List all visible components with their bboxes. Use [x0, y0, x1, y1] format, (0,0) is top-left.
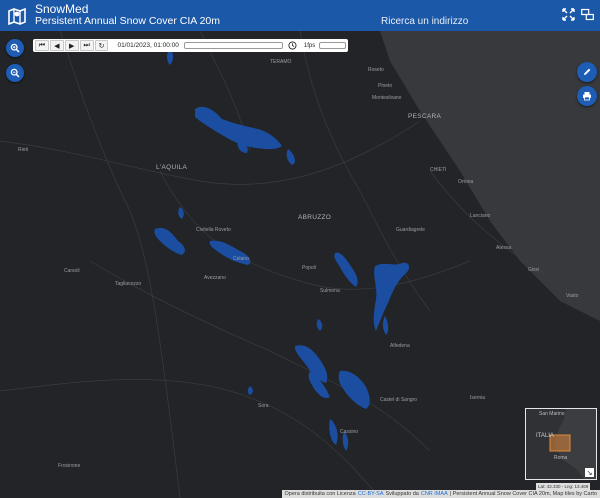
region-label-abruzzo: ABRUZZO: [298, 214, 332, 221]
zoom-out-button[interactable]: [6, 64, 24, 82]
town-label-gissi: Gissi: [528, 267, 540, 273]
town-label-castel-di-sangro: Castel di Sangro: [380, 397, 417, 403]
town-label-montesilvano: Montesilvano: [372, 95, 402, 101]
address-search[interactable]: Ricerca un indirizzo: [381, 16, 468, 27]
basemap: [0, 31, 600, 498]
town-label-isernia: Isernia: [470, 395, 486, 401]
fps-slider[interactable]: [319, 42, 346, 49]
attribution-suffix: | Persistent Annual Snow Cover CIA 20m, …: [449, 491, 597, 497]
town-label-vasto: Vasto: [566, 293, 579, 299]
loop-button[interactable]: ↻: [94, 40, 109, 51]
compare-icon[interactable]: [581, 8, 594, 21]
town-label-pineto: Pineto: [378, 83, 393, 89]
zoom-in-icon: [10, 43, 20, 53]
fps-label: 1fps: [303, 42, 316, 49]
time-player: ⏮ ◀ ▶ ⏭ ↻ 01/01/2023, 01:00:00 1fps: [33, 39, 348, 52]
town-label-roseto: Roseto: [368, 67, 384, 73]
town-label-carsoli: Carsoli: [64, 268, 80, 274]
minimap-label-italia: ITALIA: [536, 433, 554, 439]
zoom-out-icon: [10, 68, 20, 78]
skip-forward-icon: ⏭: [83, 41, 90, 49]
town-label-avezzano: Avezzano: [204, 275, 226, 281]
play-icon: ▶: [69, 42, 75, 50]
cursor-coordinates: Lat: 42.330 - Lng: 13.469: [536, 483, 591, 490]
org-link[interactable]: CNR IMAA: [421, 491, 448, 497]
clock-icon: [288, 41, 297, 50]
attribution-prefix: Opera distribuita con Licenza: [284, 491, 356, 497]
town-label-alfedena: Alfedena: [390, 343, 410, 349]
city-label-chieti: CHIETI: [430, 167, 447, 173]
town-label-cassino: Cassino: [340, 429, 359, 435]
map-canvas[interactable]: PESCARA L'AQUILA ABRUZZO CHIETI TERAMO R…: [0, 31, 600, 498]
town-label-lanciano: Lanciano: [470, 213, 491, 219]
loop-icon: ↻: [98, 42, 105, 50]
town-label-celano: Celano: [233, 256, 249, 262]
time-slider[interactable]: [183, 42, 283, 49]
zoom-in-button[interactable]: [6, 39, 24, 57]
town-label-civitella: Civitella Roveto: [196, 227, 231, 233]
skip-back-icon: ⏮: [38, 41, 46, 49]
app-subtitle: Persistent Annual Snow Cover CIA 20m: [35, 15, 221, 28]
collapse-arrow-icon: ↘: [586, 469, 593, 477]
minimap-label-san-marino: San Marino: [539, 411, 565, 417]
print-icon: [583, 92, 591, 101]
play-button[interactable]: ▶: [64, 40, 79, 51]
step-back-icon: ◀: [54, 42, 60, 50]
map-icon: [3, 0, 31, 31]
town-label-ortona: Ortona: [458, 179, 474, 185]
overview-minimap[interactable]: San Marino ITALIA Roma ↘: [525, 408, 597, 480]
city-label-teramo: TERAMO: [270, 59, 292, 65]
fullscreen-icon[interactable]: [562, 8, 575, 21]
town-label-rieti: Rieti: [18, 147, 29, 153]
license-link[interactable]: CC-BY-SA: [358, 491, 384, 497]
city-label-pescara: PESCARA: [408, 113, 442, 120]
town-label-popoli: Popoli: [302, 265, 316, 271]
pencil-icon: [584, 68, 591, 75]
previous-frame-button[interactable]: ◀: [49, 40, 64, 51]
first-frame-button[interactable]: ⏮: [35, 40, 49, 51]
attribution-developed: Sviluppato da: [385, 491, 419, 497]
town-label-sora: Sora: [258, 403, 269, 409]
town-label-sulmona: Sulmona: [320, 288, 340, 294]
current-time: 01/01/2023, 01:00:00: [117, 42, 179, 49]
map-attribution: Opera distribuita con Licenza CC-BY-SA S…: [281, 490, 600, 498]
minimap-toggle-button[interactable]: ↘: [585, 468, 594, 477]
draw-button[interactable]: [577, 62, 597, 82]
town-label-tagliacozzo: Tagliacozzo: [115, 281, 142, 287]
town-label-atessa: Atessa: [496, 245, 512, 251]
town-label-frosinone: Frosinone: [58, 463, 81, 469]
last-frame-button[interactable]: ⏭: [79, 40, 94, 51]
minimap-label-roma: Roma: [554, 455, 568, 461]
city-label-laquila: L'AQUILA: [156, 164, 188, 171]
app-header: SnowMed Persistent Annual Snow Cover CIA…: [0, 0, 600, 31]
print-button[interactable]: [577, 86, 597, 106]
town-label-guardiagrele: Guardiagrele: [396, 227, 425, 233]
